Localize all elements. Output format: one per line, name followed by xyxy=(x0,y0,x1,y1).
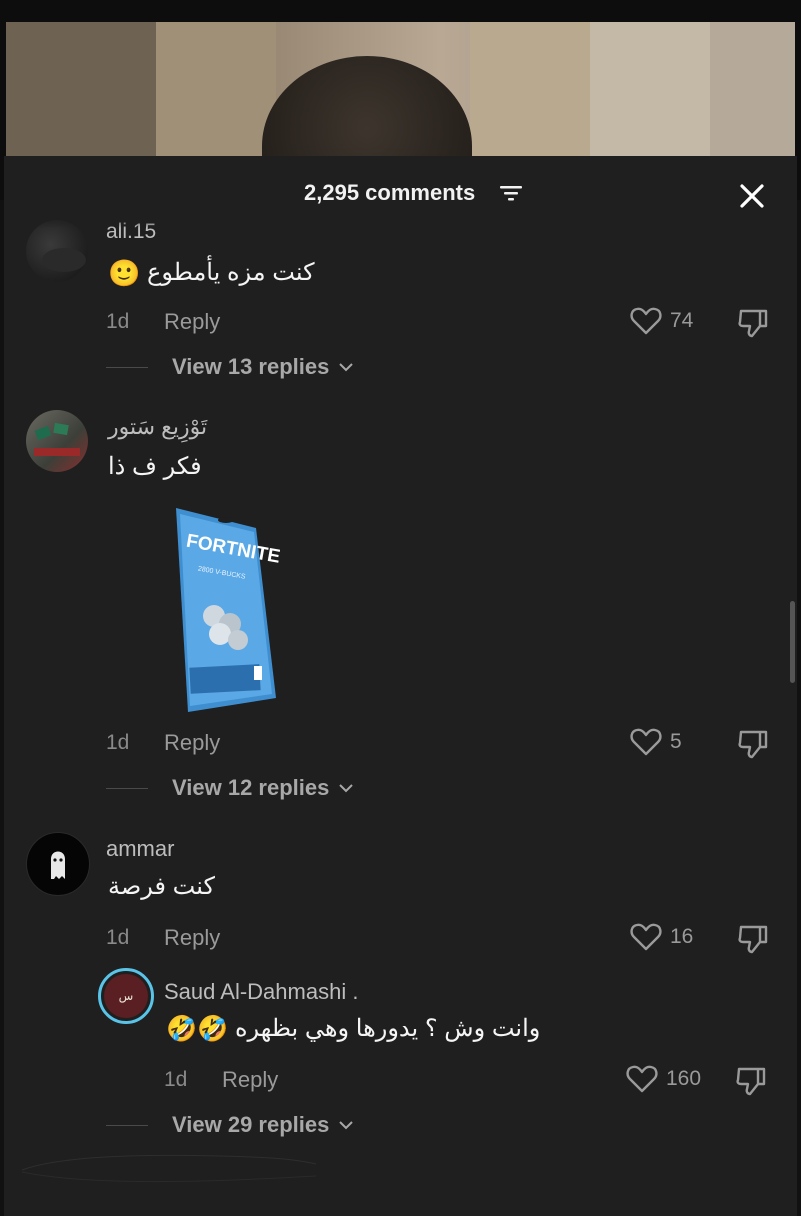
comments-header: 2,295 comments xyxy=(4,156,797,228)
comments-list[interactable]: ali.15 🙂 كنت مزه يأمطوع 1d Reply 74 View… xyxy=(4,156,797,1199)
reply-text-arabic: وانت وش ؟ يدورها وهي بظهره xyxy=(234,1015,541,1042)
comments-sheet: ali.15 🙂 كنت مزه يأمطوع 1d Reply 74 View… xyxy=(4,156,797,1216)
status-bar-strip xyxy=(0,0,801,22)
heart-icon xyxy=(626,1065,658,1093)
dislike-icon[interactable] xyxy=(736,306,770,340)
view-replies-line xyxy=(106,1124,148,1126)
fortnite-vbucks-card-image[interactable]: FORTNITE 2800 V-BUCKS xyxy=(168,506,280,716)
comment-text: فكر ف ذا xyxy=(108,453,202,480)
like-button[interactable]: 74 xyxy=(630,304,693,338)
dislike-icon[interactable] xyxy=(736,922,770,956)
avatar-image xyxy=(34,422,80,456)
view-replies-label: View 13 replies xyxy=(172,354,330,379)
dislike-icon[interactable] xyxy=(734,1064,768,1098)
reply-username[interactable]: Saud Al-Dahmashi . xyxy=(164,979,358,1005)
view-replies-line xyxy=(106,366,148,368)
view-replies-line xyxy=(106,787,148,789)
comment-text: كنت فرصة xyxy=(108,873,215,900)
smile-emoji: 🙂 xyxy=(108,258,141,289)
reply-avatar-text: س xyxy=(118,989,134,1003)
close-icon[interactable] xyxy=(732,176,772,216)
reply-avatar-inner: س xyxy=(104,974,148,1018)
reply-button[interactable]: Reply xyxy=(164,730,220,756)
avatar-image xyxy=(42,248,86,272)
reply-age: 1d xyxy=(164,1068,188,1091)
view-replies-label: View 29 replies xyxy=(172,1112,330,1137)
chevron-down-icon xyxy=(339,1121,354,1130)
view-replies-label: View 12 replies xyxy=(172,775,330,800)
chevron-down-icon xyxy=(339,363,354,372)
comment-age: 1d xyxy=(106,926,130,949)
video-wall xyxy=(6,22,156,162)
like-count: 74 xyxy=(670,309,694,332)
comment-input-outline[interactable] xyxy=(20,1150,320,1186)
avatar[interactable] xyxy=(26,220,88,282)
like-count: 160 xyxy=(666,1067,702,1090)
video-wall xyxy=(156,22,276,162)
comment-username[interactable]: تَوْزِيع سَتور xyxy=(108,414,207,440)
reply-text: 🤣🤣 وانت وش ؟ يدورها وهي بظهره xyxy=(166,1014,540,1044)
comment-age: 1d xyxy=(106,731,130,754)
video-wall xyxy=(470,22,590,162)
like-button[interactable]: 5 xyxy=(630,725,682,759)
heart-icon xyxy=(630,923,662,951)
comment-text-arabic: كنت مزه يأمطوع xyxy=(147,259,315,286)
like-button[interactable]: 16 xyxy=(630,920,693,954)
reply-button[interactable]: Reply xyxy=(222,1067,278,1093)
video-wall xyxy=(590,22,710,162)
dislike-icon[interactable] xyxy=(736,727,770,761)
heart-icon xyxy=(630,307,662,335)
like-button[interactable]: 160 xyxy=(626,1062,701,1096)
video-wall xyxy=(710,22,795,162)
heart-icon xyxy=(630,728,662,756)
ghost-avatar-icon xyxy=(51,851,65,879)
rofl-emoji: 🤣🤣 xyxy=(166,1015,229,1044)
scrollbar[interactable] xyxy=(790,601,795,683)
chevron-down-icon xyxy=(339,784,354,793)
reply-button[interactable]: Reply xyxy=(164,925,220,951)
comment-text: 🙂 كنت مزه يأمطوع xyxy=(108,258,315,289)
avatar[interactable] xyxy=(26,832,90,896)
view-replies-button[interactable]: View 12 replies xyxy=(106,775,354,801)
view-replies-button[interactable]: View 29 replies xyxy=(106,1112,354,1138)
comments-count-title: 2,295 comments xyxy=(304,180,476,205)
reply-button[interactable]: Reply xyxy=(164,309,220,335)
reply-avatar[interactable]: س xyxy=(98,968,154,1024)
view-replies-button[interactable]: View 13 replies xyxy=(106,354,354,380)
comment-age: 1d xyxy=(106,310,130,333)
comment-username[interactable]: ammar xyxy=(106,836,174,862)
avatar[interactable] xyxy=(26,410,88,472)
like-count: 5 xyxy=(670,730,682,753)
filter-icon[interactable] xyxy=(500,184,522,202)
like-count: 16 xyxy=(670,925,694,948)
